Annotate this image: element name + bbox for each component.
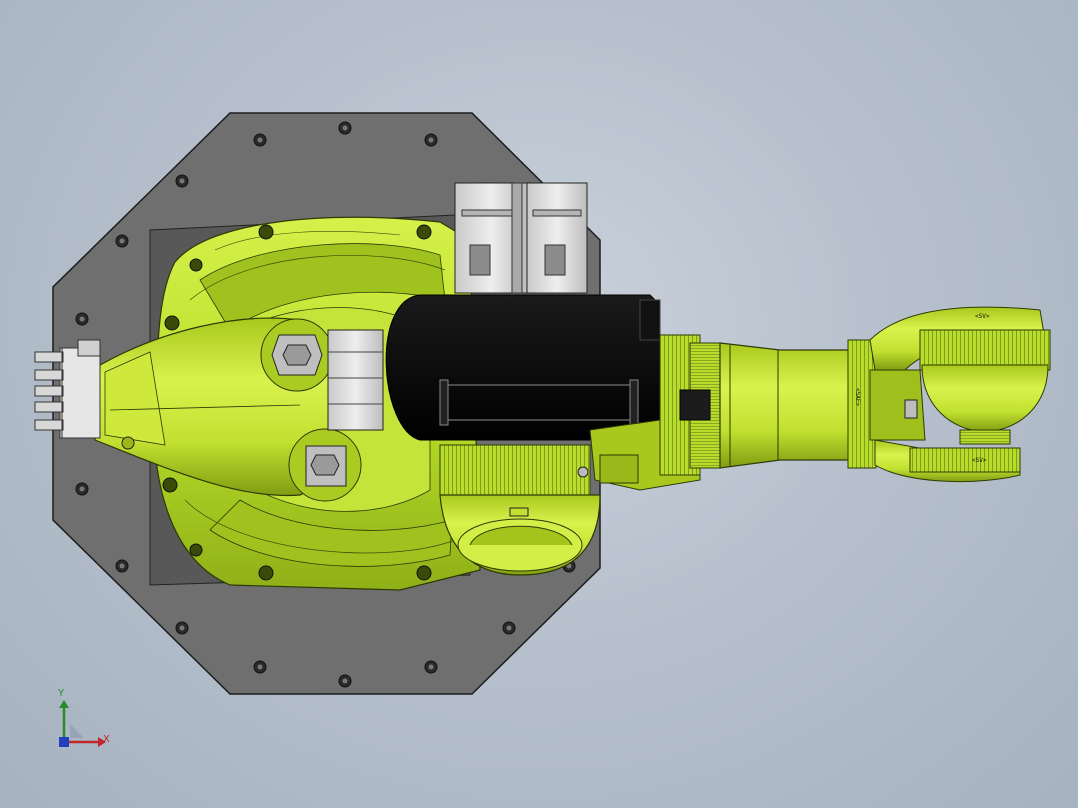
gearbox-block — [327, 329, 384, 431]
black-motor — [385, 294, 661, 441]
reducer-upper — [260, 318, 334, 392]
servo-motor-covers — [454, 182, 588, 294]
robot-arm-model[interactable]: <SV> <SV> <SAE> — [0, 0, 1078, 808]
cable-connectors — [34, 339, 101, 439]
engraving-side: <SAE> — [854, 388, 861, 406]
forearm-collar — [659, 334, 721, 476]
triad-y-label: Y — [58, 688, 65, 699]
engraving-lower: <SV> — [972, 457, 987, 464]
end-effector — [909, 329, 1051, 473]
engraving-upper: <SV> — [975, 313, 990, 320]
triad-z-axis — [59, 737, 69, 747]
cad-viewport[interactable]: <SV> <SV> <SAE> X Y — [0, 0, 1078, 808]
forearm-tube — [719, 342, 851, 469]
reducer-lower — [288, 428, 362, 502]
elbow-joint — [439, 444, 601, 576]
triad-y-arrow — [59, 700, 69, 708]
triad-x-label: X — [103, 734, 110, 745]
coordinate-triad — [59, 700, 106, 747]
